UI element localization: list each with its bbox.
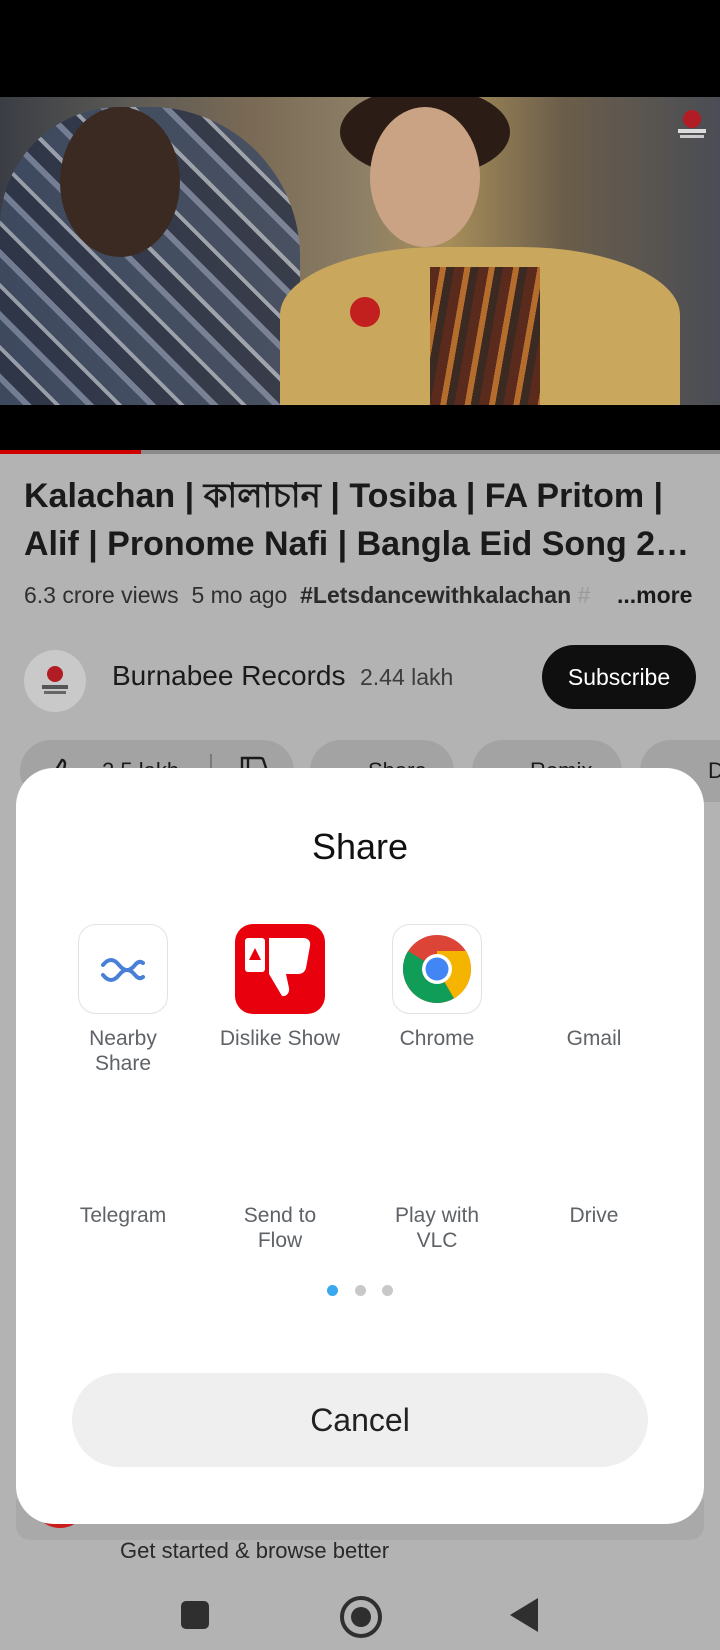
hashtag[interactable]: #Letsdancewithkalachan (300, 582, 571, 608)
share-sheet-title: Share (311, 826, 409, 867)
recents-button[interactable] (181, 1601, 209, 1629)
back-button[interactable] (506, 1596, 540, 1634)
flow-icon (235, 1101, 325, 1191)
app-label-line2: VLC (416, 1229, 458, 1252)
page-dot-active[interactable] (327, 1285, 339, 1296)
status-bar-area (0, 0, 720, 97)
hashtag-faded: # (577, 582, 591, 608)
view-count: 6.3 crore views (24, 582, 179, 608)
vlc-icon (392, 1101, 482, 1191)
app-label: Nearby (89, 1027, 157, 1050)
channel-watermark-logo (676, 108, 708, 140)
page-indicator (0, 1283, 720, 1301)
drive-icon (549, 1101, 639, 1191)
app-label: Drive (569, 1204, 619, 1227)
home-button[interactable] (340, 1596, 382, 1638)
app-label: Dislike Show (219, 1027, 341, 1050)
video-title[interactable]: Kalachan | কালাচান | Tosiba | FA Pritom … (24, 472, 704, 568)
telegram-icon (78, 1101, 168, 1191)
app-label: Play with (394, 1204, 480, 1227)
video-letterbox (0, 405, 720, 452)
app-label: Chrome (399, 1027, 475, 1050)
download-chip-label: Download (708, 758, 720, 783)
app-label-line2: Flow (257, 1229, 303, 1252)
share-target-drive[interactable]: Drive (524, 1101, 664, 1228)
share-target-chrome[interactable]: Chrome (367, 924, 507, 1051)
app-label: Gmail (566, 1027, 622, 1050)
app-label: Send to (243, 1204, 317, 1227)
video-player[interactable] (0, 97, 720, 405)
upload-age: 5 mo ago (191, 582, 288, 608)
subscriber-count: 2.44 lakh (360, 664, 454, 690)
nearby-share-icon (78, 924, 168, 1014)
share-target-telegram[interactable]: Telegram (53, 1101, 193, 1228)
page-dot[interactable] (381, 1285, 393, 1296)
app-label: Telegram (79, 1204, 167, 1227)
share-target-nearby-share[interactable]: Nearby Share (53, 924, 193, 1076)
video-meta[interactable]: 6.3 crore views 5 mo ago #Letsdancewithk… (24, 582, 694, 609)
app-label-line2: Share (94, 1052, 152, 1075)
share-target-gmail[interactable]: Gmail (524, 924, 664, 1051)
page-dot[interactable] (354, 1285, 366, 1296)
gmail-icon (549, 924, 639, 1014)
share-target-send-to-flow[interactable]: Send to Flow (210, 1101, 350, 1253)
channel-avatar[interactable] (24, 650, 86, 712)
system-nav-bar (0, 1560, 720, 1650)
cancel-button[interactable]: Cancel (72, 1373, 648, 1467)
more-link[interactable]: ...more (611, 582, 693, 609)
dislike-show-icon (235, 924, 325, 1014)
progress-bar-fill (0, 450, 141, 454)
chrome-icon (392, 924, 482, 1014)
subscribe-button[interactable]: Subscribe (542, 645, 696, 709)
channel-name[interactable]: Burnabee Records (112, 660, 345, 692)
share-target-vlc[interactable]: Play with VLC (367, 1101, 507, 1253)
share-target-dislike-show[interactable]: Dislike Show (210, 924, 350, 1051)
